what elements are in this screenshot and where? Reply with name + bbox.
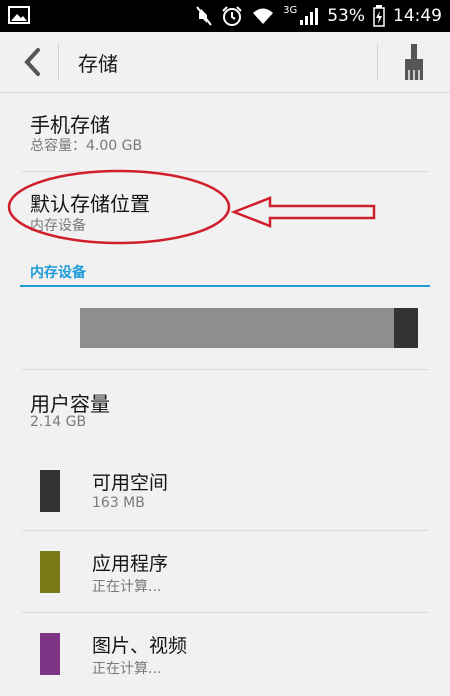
category-available-space[interactable]: 可用空间 163 MB [0, 450, 450, 530]
divider [377, 44, 378, 80]
phone-storage-item[interactable]: 手机存储 总容量：4.00 GB [0, 92, 450, 172]
gallery-notification-icon [8, 6, 30, 24]
user-capacity-title: 用户容量 [30, 392, 110, 416]
storage-usage-bar [80, 308, 418, 348]
mute-icon [196, 6, 212, 26]
clock: 14:49 [393, 6, 442, 26]
available-space-color-swatch [40, 470, 60, 512]
wifi-icon [253, 8, 274, 24]
annotation-ellipse [7, 169, 231, 245]
clean-button[interactable] [398, 40, 430, 84]
annotation-arrow [230, 196, 376, 228]
user-capacity-item: 用户容量 2.14 GB [0, 370, 450, 450]
apps-color-swatch [40, 551, 60, 593]
network-type-label: 3G [283, 4, 298, 16]
category-value: 正在计算... [92, 661, 162, 677]
category-title: 图片、视频 [92, 635, 188, 657]
category-value: 正在计算... [92, 579, 162, 595]
status-bar: 3G 53% 14:49 [0, 0, 450, 32]
alarm-icon [222, 6, 242, 26]
action-bar: 存储 [0, 32, 450, 93]
section-divider [20, 285, 430, 287]
back-button[interactable] [14, 44, 50, 80]
signal-icon [300, 8, 319, 25]
page-title: 存储 [78, 52, 118, 76]
category-pictures-videos[interactable]: 图片、视频 正在计算... [0, 613, 450, 696]
phone-storage-total: 总容量：4.00 GB [30, 138, 143, 154]
category-value: 163 MB [92, 495, 145, 511]
category-apps[interactable]: 应用程序 正在计算... [0, 531, 450, 611]
user-capacity-value: 2.14 GB [30, 414, 87, 430]
battery-charging-icon [373, 5, 385, 27]
category-title: 可用空间 [92, 472, 169, 494]
category-title: 应用程序 [92, 553, 169, 575]
chevron-left-icon [24, 48, 40, 76]
battery-percent: 53% [327, 6, 365, 26]
phone-storage-title: 手机存储 [30, 113, 110, 137]
storage-usage-fill [394, 308, 418, 348]
pictures-videos-color-swatch [40, 633, 60, 675]
internal-storage-header: 内存设备 [30, 265, 86, 281]
divider [58, 44, 59, 80]
brush-icon [405, 44, 423, 80]
